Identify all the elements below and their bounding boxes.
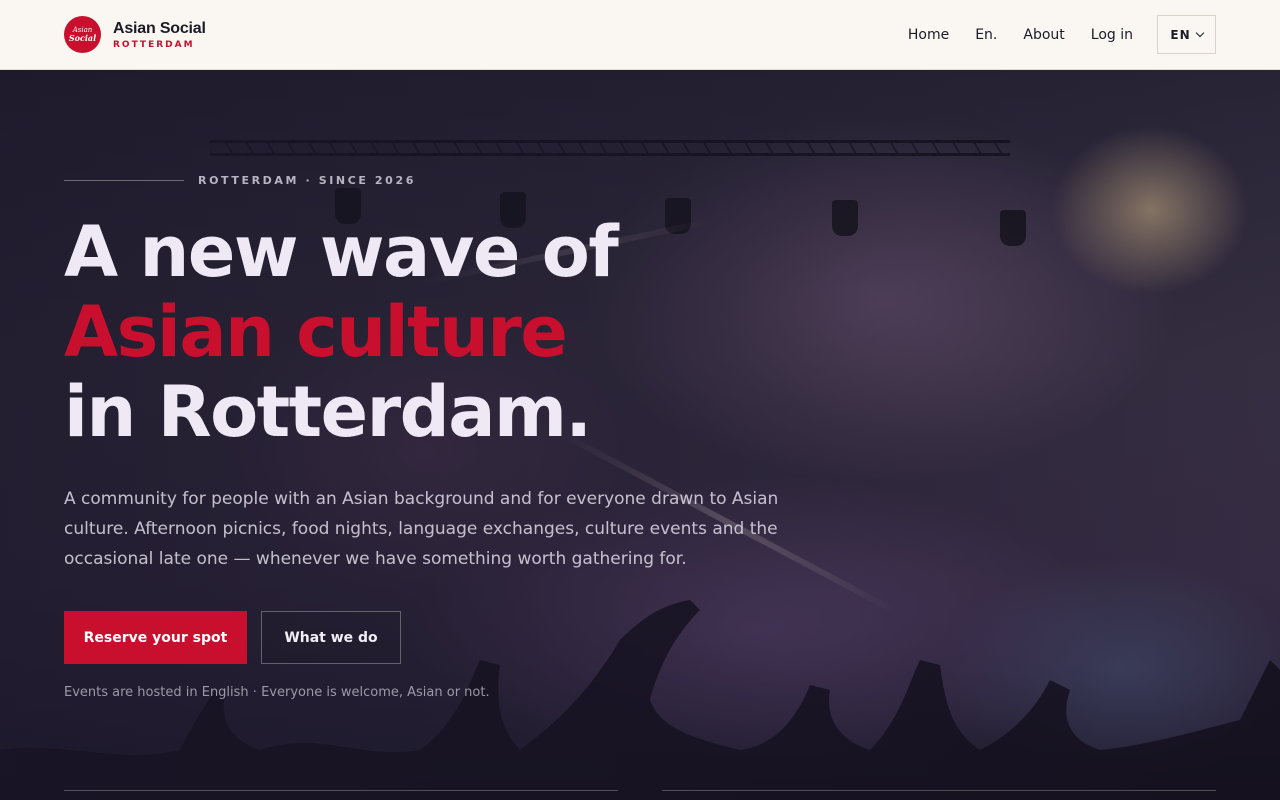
eyebrow-text: ROTTERDAM · SINCE 2026 xyxy=(198,174,416,187)
language-selected: EN xyxy=(1170,27,1191,42)
site-header: Asian Social Asian Social ROTTERDAM Home… xyxy=(0,0,1280,70)
language-select[interactable]: EN xyxy=(1157,15,1216,54)
hero-note: Events are hosted in English · Everyone … xyxy=(64,685,490,700)
chevron-down-icon xyxy=(1195,28,1204,38)
hero-lead: A community for people with an Asian bac… xyxy=(64,489,779,569)
section-divider xyxy=(64,790,618,791)
hero-title: A new wave of Asian culture in Rotterdam… xyxy=(64,211,619,453)
what-we-do-button[interactable]: What we do xyxy=(261,611,401,664)
nav-about[interactable]: About xyxy=(1023,27,1064,43)
hero-cta-row: Reserve your spot What we do xyxy=(64,611,401,664)
nav-home[interactable]: Home xyxy=(908,27,949,43)
section-divider xyxy=(662,790,1216,791)
nav-login[interactable]: Log in xyxy=(1091,27,1133,43)
hero-title-line-2: Asian culture xyxy=(64,291,568,373)
nav-en[interactable]: En. xyxy=(975,27,997,43)
hero-title-line-1: A new wave of xyxy=(64,211,619,293)
reserve-spot-button[interactable]: Reserve your spot xyxy=(64,611,247,664)
brand-city: ROTTERDAM xyxy=(113,39,195,50)
brand-logo-link[interactable]: Asian Social Asian Social ROTTERDAM xyxy=(64,16,206,53)
eyebrow-rule xyxy=(64,180,184,181)
logo-text-bottom: Social xyxy=(68,33,97,43)
logo-icon: Asian Social xyxy=(64,16,101,53)
brand-name: Asian Social xyxy=(113,19,206,37)
brand-text: Asian Social ROTTERDAM xyxy=(113,20,206,50)
main-nav: Home En. About Log in EN xyxy=(908,15,1216,54)
hero-eyebrow: ROTTERDAM · SINCE 2026 xyxy=(64,174,416,187)
hero-title-line-3: in Rotterdam. xyxy=(64,371,592,453)
